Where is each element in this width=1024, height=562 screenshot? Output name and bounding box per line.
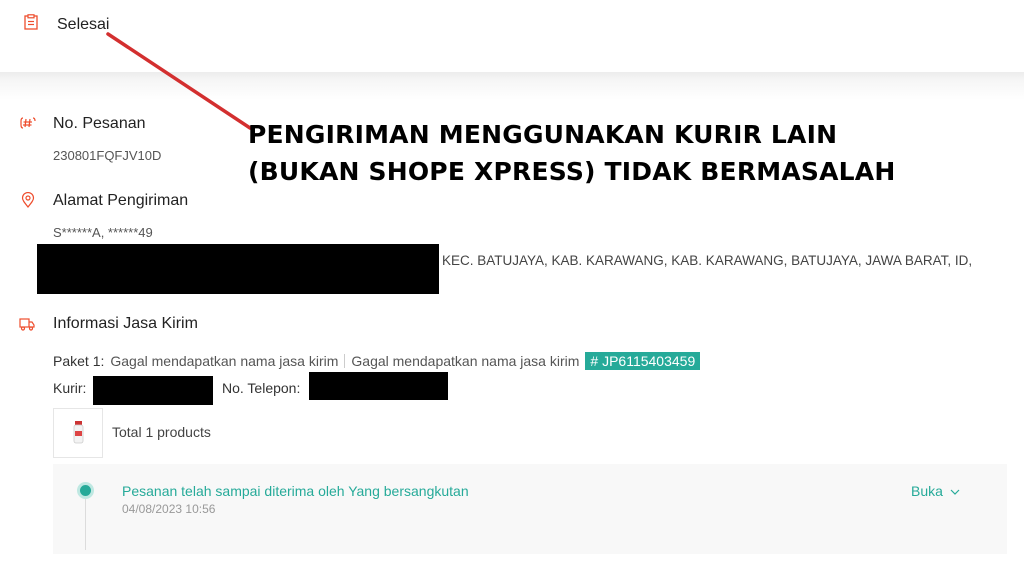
order-number-value: 230801FQFJV10D — [53, 148, 162, 163]
courier-label: Kurir: — [53, 380, 87, 396]
order-status-header: Selesai — [0, 0, 1024, 74]
shipping-service-name-secondary: Gagal mendapatkan nama jasa kirim — [351, 353, 580, 369]
separator — [344, 354, 346, 368]
chevron-down-icon — [950, 489, 960, 495]
timeline-connector — [85, 494, 86, 550]
product-thumbnail[interactable] — [53, 408, 103, 458]
shipping-service-name: Gagal mendapatkan nama jasa kirim — [110, 353, 339, 369]
section-divider — [0, 72, 1024, 100]
truck-icon — [19, 318, 35, 331]
order-number-icon — [20, 117, 36, 129]
redacted-courier-name — [93, 376, 213, 405]
annotation-line-2: (BUKAN SHOPE XPRESS) TIDAK BERMASALAH — [248, 157, 896, 186]
annotation-line-1: PENGIRIMAN MENGGUNAKAN KURIR LAIN — [248, 120, 838, 149]
phone-label: No. Telepon: — [222, 380, 301, 396]
order-status-label: Selesai — [57, 16, 110, 33]
redacted-address-block — [37, 244, 439, 294]
clipboard-icon — [24, 14, 38, 30]
product-summary[interactable]: Total 1 products — [112, 424, 211, 440]
location-pin-icon — [21, 192, 35, 208]
tracking-number-badge[interactable]: # JP6115403459 — [585, 352, 701, 370]
order-number-title: No. Pesanan — [53, 115, 146, 132]
address-detail: KEC. BATUJAYA, KAB. KARAWANG, KAB. KARAW… — [442, 253, 973, 268]
product-bottle-icon — [73, 421, 84, 444]
address-title: Alamat Pengiriman — [53, 192, 189, 209]
package-line: Paket 1: Gagal mendapatkan nama jasa kir… — [53, 352, 701, 370]
expand-timeline-button[interactable]: Buka — [911, 483, 960, 499]
redacted-phone-number — [309, 372, 448, 400]
timeline-status-text: Pesanan telah sampai diterima oleh Yang … — [122, 483, 469, 499]
annotation-caption: PENGIRIMAN MENGGUNAKAN KURIR LAIN (BUKAN… — [248, 116, 895, 190]
package-label: Paket 1: — [53, 353, 105, 369]
expand-timeline-label: Buka — [911, 483, 943, 499]
shipping-info-title: Informasi Jasa Kirim — [53, 315, 198, 332]
timeline-timestamp: 04/08/2023 10:56 — [122, 502, 216, 516]
address-recipient: S******A, ******49 — [53, 225, 153, 240]
timeline-status-dot — [77, 482, 94, 499]
tracking-timeline: Pesanan telah sampai diterima oleh Yang … — [53, 464, 1007, 554]
